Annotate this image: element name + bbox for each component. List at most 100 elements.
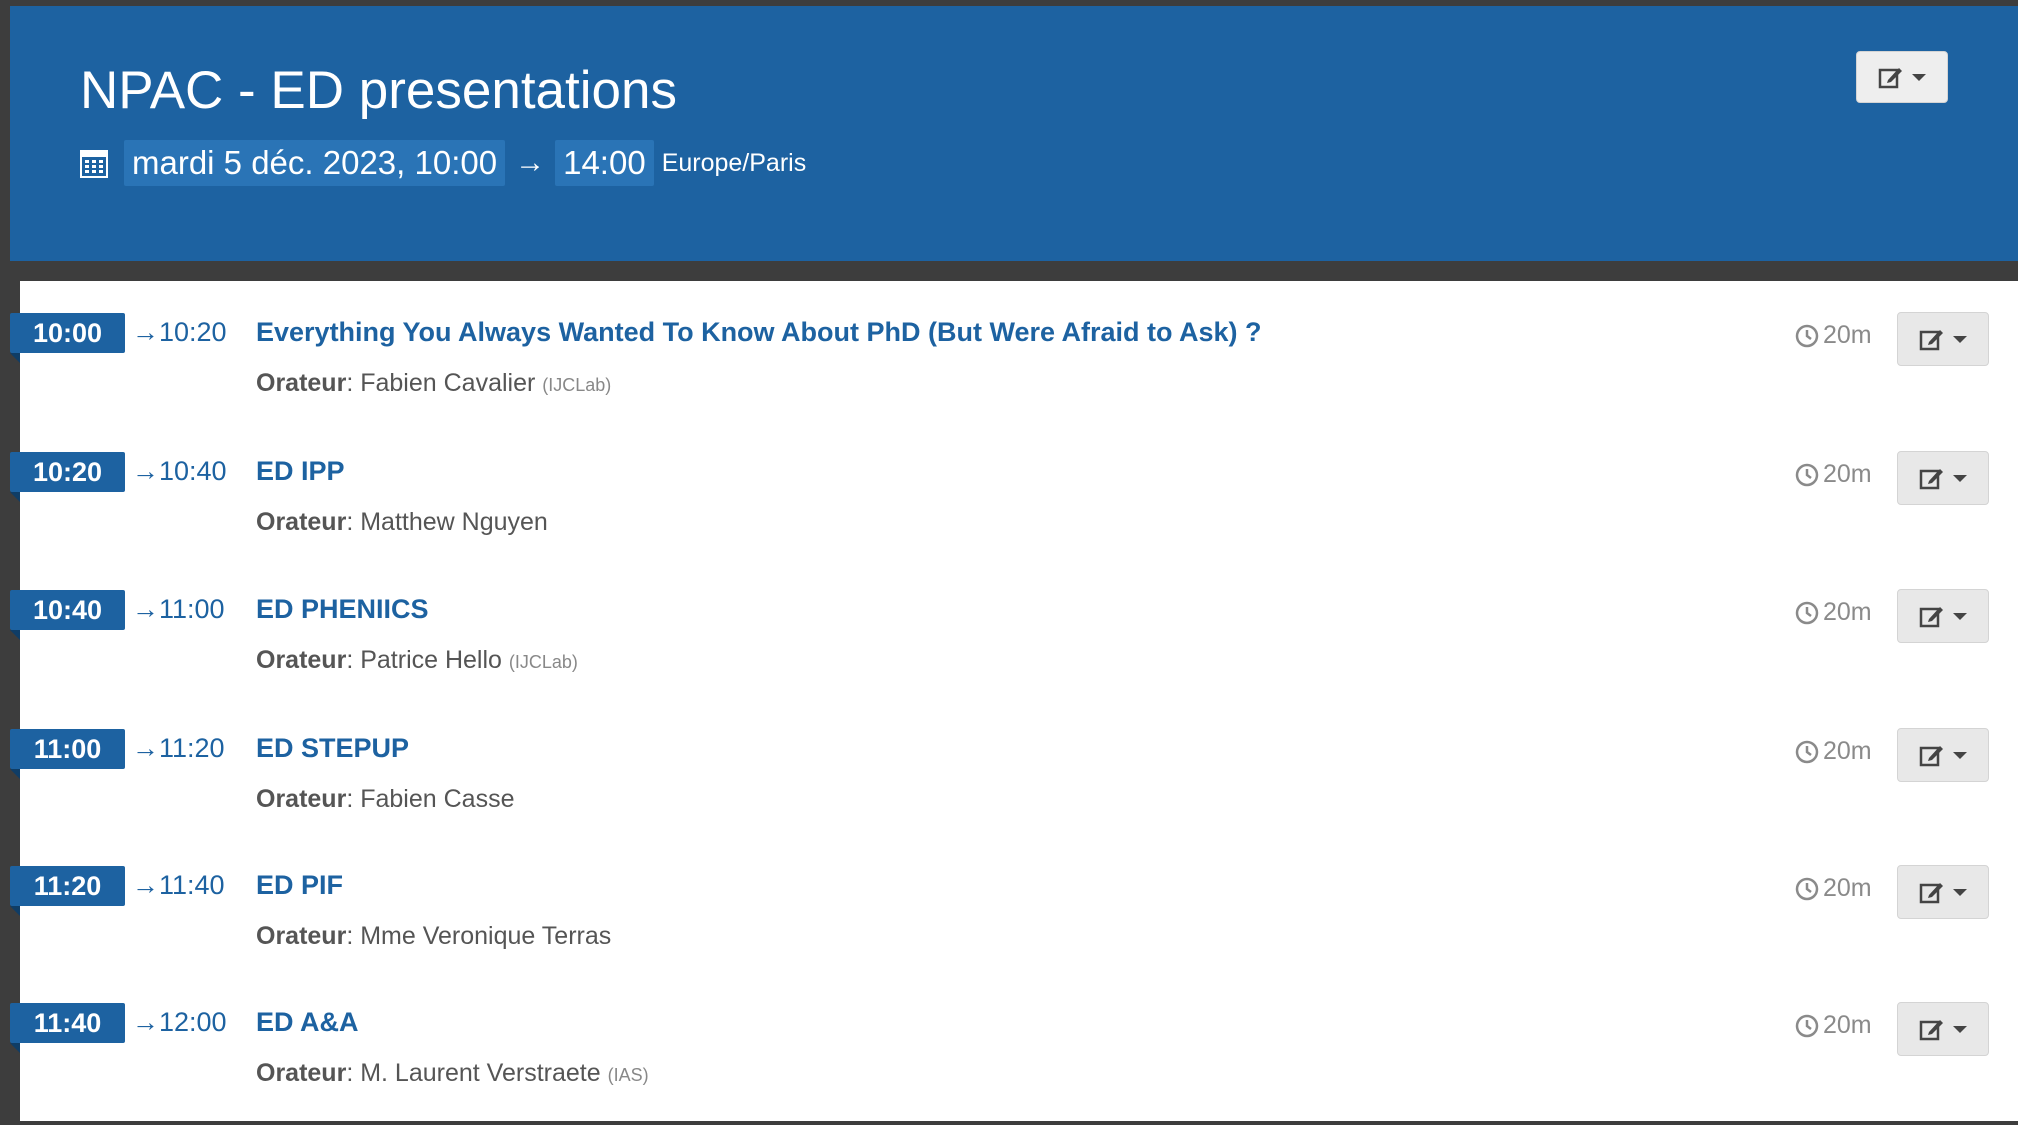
event-header: NPAC - ED presentations mardi 5 déc. 202… — [10, 6, 2018, 261]
event-dates: mardi 5 déc. 2023, 10:00 → 14:00 Europe/… — [80, 140, 806, 186]
end-time-value: 11:40 — [159, 870, 225, 900]
caret-down-icon — [1912, 73, 1926, 81]
speaker-name: Patrice Hello — [360, 646, 502, 674]
speaker-label: Orateur — [256, 785, 347, 813]
speaker-name: Fabien Casse — [360, 785, 515, 813]
arrow: → — [132, 456, 159, 486]
arrow: → — [132, 317, 159, 347]
entry-title-link[interactable]: Everything You Always Wanted To Know Abo… — [256, 317, 1262, 348]
clock-icon — [1795, 1014, 1819, 1038]
event-edit-button[interactable] — [1856, 51, 1948, 103]
end-time: →11:20 — [132, 733, 225, 764]
edit-icon — [1919, 742, 1945, 768]
speaker-line: Orateur: Matthew Nguyen — [256, 508, 548, 536]
duration-value: 20m — [1823, 737, 1872, 765]
duration: 20m — [1795, 598, 1872, 627]
entry-title-link[interactable]: ED IPP — [256, 456, 345, 487]
caret-down-icon — [1953, 751, 1967, 759]
page-title: NPAC - ED presentations — [80, 61, 677, 120]
timezone: Europe/Paris — [661, 148, 807, 177]
arrow: → — [132, 733, 159, 763]
speaker-label: Orateur — [256, 646, 347, 674]
entry-edit-button[interactable] — [1897, 865, 1989, 919]
end-time: →10:40 — [132, 456, 227, 487]
caret-down-icon — [1953, 474, 1967, 482]
timetable: 10:00 →10:20 Everything You Always Wante… — [10, 281, 2018, 1121]
start-time: 11:20 — [10, 866, 125, 916]
calendar-icon — [80, 148, 108, 178]
edit-icon — [1919, 603, 1945, 629]
arrow: → — [132, 1007, 159, 1037]
date-arrow: → — [515, 146, 546, 179]
duration: 20m — [1795, 460, 1872, 489]
arrow: → — [132, 594, 159, 624]
speaker-line: Orateur: Fabien Casse — [256, 785, 515, 813]
speaker-name: Mme Veronique Terras — [360, 922, 612, 950]
speaker-label: Orateur — [256, 369, 347, 397]
end-time: →10:20 — [132, 317, 227, 348]
caret-down-icon — [1953, 335, 1967, 343]
entry-edit-button[interactable] — [1897, 312, 1989, 366]
timetable-entry: 11:20 →11:40 ED PIF Orateur: Mme Veroniq… — [10, 834, 2018, 950]
clock-icon — [1795, 463, 1819, 487]
duration-value: 20m — [1823, 321, 1872, 349]
clock-icon — [1795, 877, 1819, 901]
duration-value: 20m — [1823, 874, 1872, 902]
timetable-entry: 10:00 →10:20 Everything You Always Wante… — [10, 281, 2018, 397]
edit-icon — [1919, 1016, 1945, 1042]
entry-edit-button[interactable] — [1897, 1002, 1989, 1056]
speaker-label: Orateur — [256, 922, 347, 950]
entry-edit-button[interactable] — [1897, 451, 1989, 505]
end-time-value: 10:40 — [159, 456, 227, 486]
speaker-name: Matthew Nguyen — [360, 508, 548, 536]
timetable-entry: 11:40 →12:00 ED A&A Orateur: M. Laurent … — [10, 971, 2018, 1087]
speaker-label: Orateur — [256, 1059, 347, 1087]
end-time: →11:40 — [132, 870, 225, 901]
edit-icon — [1919, 879, 1945, 905]
duration-value: 20m — [1823, 1011, 1872, 1039]
duration: 20m — [1795, 874, 1872, 903]
duration: 20m — [1795, 1011, 1872, 1040]
entry-edit-button[interactable] — [1897, 728, 1989, 782]
edit-icon — [1878, 64, 1904, 90]
end-time-value: 11:20 — [159, 733, 225, 763]
end-time-value: 11:00 — [159, 594, 225, 624]
start-time: 11:00 — [10, 729, 125, 779]
entry-title-link[interactable]: ED PIF — [256, 870, 343, 901]
speaker-affiliation: (IJCLab) — [508, 652, 578, 672]
speaker-name: Fabien Cavalier — [360, 369, 536, 397]
entry-title-link[interactable]: ED PHENIICS — [256, 594, 429, 625]
start-time: 10:20 — [10, 452, 125, 502]
timetable-entry: 10:40 →11:00 ED PHENIICS Orateur: Patric… — [10, 558, 2018, 674]
speaker-name: M. Laurent Verstraete — [360, 1059, 601, 1087]
end-time: →12:00 — [132, 1007, 227, 1038]
speaker-line: Orateur: Fabien Cavalier (IJCLab) — [256, 369, 612, 397]
end-time: 14:00 — [555, 140, 654, 186]
clock-icon — [1795, 740, 1819, 764]
caret-down-icon — [1953, 1025, 1967, 1033]
edit-icon — [1919, 326, 1945, 352]
duration-value: 20m — [1823, 460, 1872, 488]
start-datetime: mardi 5 déc. 2023, 10:00 — [124, 140, 506, 186]
speaker-line: Orateur: M. Laurent Verstraete (IAS) — [256, 1059, 649, 1087]
start-time: 10:00 — [10, 313, 125, 363]
speaker-affiliation: (IJCLab) — [542, 375, 612, 395]
entry-edit-button[interactable] — [1897, 589, 1989, 643]
duration: 20m — [1795, 737, 1872, 766]
entry-title-link[interactable]: ED STEPUP — [256, 733, 409, 764]
arrow: → — [132, 870, 159, 900]
start-time: 10:40 — [10, 590, 125, 640]
timetable-entry: 11:00 →11:20 ED STEPUP Orateur: Fabien C… — [10, 697, 2018, 813]
caret-down-icon — [1953, 888, 1967, 896]
speaker-line: Orateur: Patrice Hello (IJCLab) — [256, 646, 578, 674]
speaker-label: Orateur — [256, 508, 347, 536]
duration: 20m — [1795, 321, 1872, 350]
speaker-line: Orateur: Mme Veronique Terras — [256, 922, 612, 950]
caret-down-icon — [1953, 612, 1967, 620]
end-time-value: 12:00 — [159, 1007, 227, 1037]
entry-title-link[interactable]: ED A&A — [256, 1007, 359, 1038]
speaker-affiliation: (IAS) — [607, 1065, 649, 1085]
end-time-value: 10:20 — [159, 317, 227, 347]
end-time: →11:00 — [132, 594, 225, 625]
edit-icon — [1919, 465, 1945, 491]
